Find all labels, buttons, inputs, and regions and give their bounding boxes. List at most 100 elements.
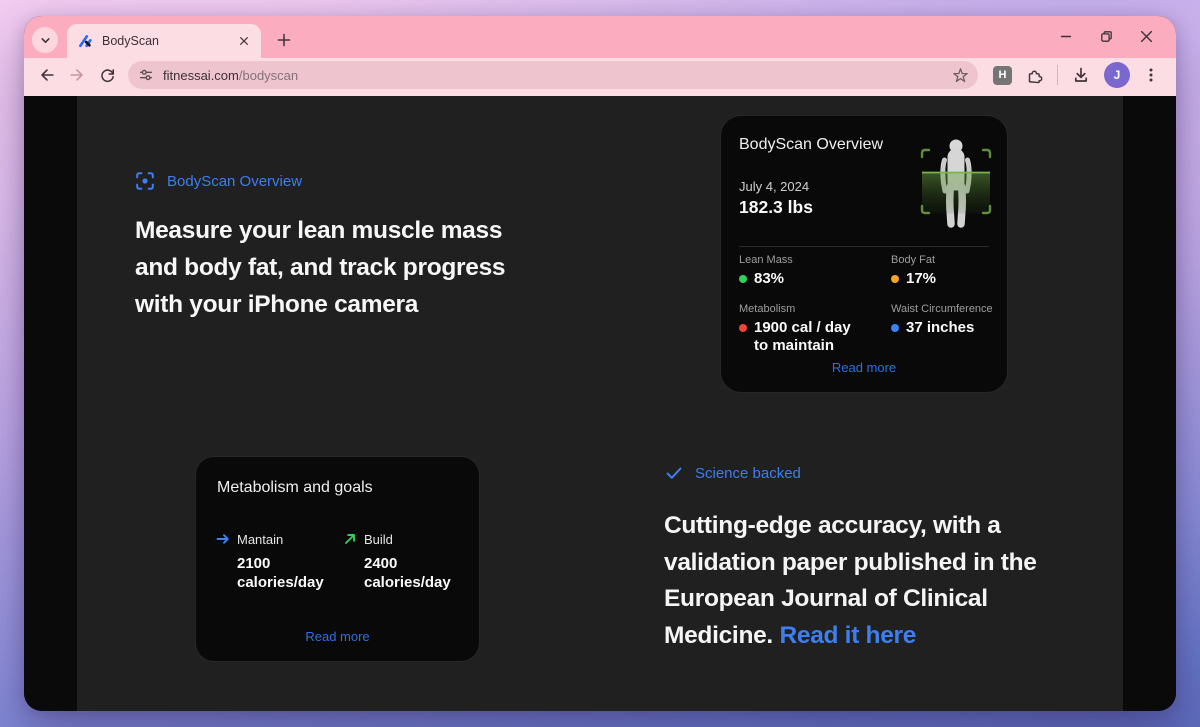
stat-body-fat: Body Fat 17% bbox=[891, 254, 997, 287]
bodyscan-favicon-icon bbox=[77, 33, 93, 49]
back-button[interactable] bbox=[32, 60, 62, 90]
chevron-down-icon bbox=[38, 33, 53, 48]
stat-value-row: 83% bbox=[739, 270, 891, 287]
stat-value: 17% bbox=[906, 270, 936, 287]
kebab-menu-icon bbox=[1144, 67, 1158, 83]
goal-value-unit: calories/day bbox=[364, 573, 451, 592]
new-tab-button[interactable] bbox=[271, 27, 297, 53]
science-line: European Journal of Clinical bbox=[664, 581, 1037, 618]
stat-label: Waist Circumference bbox=[891, 303, 997, 315]
restore-icon bbox=[1100, 30, 1113, 43]
back-arrow-icon bbox=[38, 66, 56, 84]
star-icon bbox=[952, 67, 969, 84]
url-text: fitnessai.com/bodyscan bbox=[163, 68, 952, 83]
goal-label: Build bbox=[364, 532, 393, 547]
green-dot-icon bbox=[739, 275, 747, 283]
tab-bodyscan[interactable]: BodyScan bbox=[67, 24, 261, 58]
tab-title: BodyScan bbox=[102, 34, 235, 48]
minimize-icon bbox=[1060, 30, 1072, 42]
goal-value-number: 2400 bbox=[364, 554, 451, 573]
hero-heading-line: with your iPhone camera bbox=[135, 286, 505, 323]
goal-maintain: Mantain 2100 calories/day bbox=[215, 531, 342, 592]
stat-lean-mass: Lean Mass 83% bbox=[739, 254, 891, 287]
hero-heading: Measure your lean muscle mass and body f… bbox=[135, 212, 505, 323]
stat-waist: Waist Circumference 37 inches bbox=[891, 303, 997, 355]
stats-grid: Lean Mass 83% Body Fat 17% bbox=[739, 254, 997, 355]
human-body-icon bbox=[916, 136, 996, 232]
metabolism-read-more-link[interactable]: Read more bbox=[196, 629, 479, 644]
forward-button[interactable] bbox=[62, 60, 92, 90]
url-path: /bodyscan bbox=[239, 68, 298, 83]
science-paragraph: Cutting-edge accuracy, with a validation… bbox=[664, 508, 1037, 654]
arrow-right-icon bbox=[215, 531, 231, 547]
goal-build: Build 2400 calories/day bbox=[342, 531, 451, 592]
hero-eyebrow: BodyScan Overview bbox=[134, 170, 302, 192]
extensions-button[interactable] bbox=[1019, 60, 1049, 90]
metabolism-card: Metabolism and goals Mantain 2100 calori… bbox=[196, 457, 479, 661]
scan-weight: 182.3 lbs bbox=[739, 197, 813, 218]
stat-value: 1900 cal / day bbox=[754, 319, 851, 336]
goal-value-number: 2100 bbox=[237, 554, 342, 573]
blue-dot-icon bbox=[891, 324, 899, 332]
card-divider bbox=[739, 246, 989, 247]
science-eyebrow: Science backed bbox=[664, 463, 801, 483]
science-eyebrow-label: Science backed bbox=[695, 465, 801, 482]
close-icon bbox=[239, 36, 249, 46]
stat-value-row: 1900 cal / day bbox=[739, 319, 891, 336]
stat-value: 37 inches bbox=[906, 319, 974, 336]
overview-card-title: BodyScan Overview bbox=[739, 136, 883, 154]
address-bar[interactable]: fitnessai.com/bodyscan bbox=[128, 61, 978, 89]
downloads-button[interactable] bbox=[1066, 60, 1096, 90]
red-dot-icon bbox=[739, 324, 747, 332]
arrow-up-right-icon bbox=[342, 531, 358, 547]
hero-heading-line: Measure your lean muscle mass bbox=[135, 212, 505, 249]
goal-value-unit: calories/day bbox=[237, 573, 342, 592]
close-icon bbox=[1140, 30, 1153, 43]
scan-target-icon bbox=[134, 170, 156, 192]
bookmark-star-button[interactable] bbox=[952, 67, 969, 84]
stat-value: 83% bbox=[754, 270, 784, 287]
stat-value-row: 37 inches bbox=[891, 319, 997, 336]
hero-heading-line: and body fat, and track progress bbox=[135, 249, 505, 286]
stat-label: Metabolism bbox=[739, 303, 891, 315]
close-window-button[interactable] bbox=[1132, 23, 1160, 49]
toolbar-divider bbox=[1057, 65, 1058, 85]
tab-search-button[interactable] bbox=[32, 27, 58, 53]
profile-avatar[interactable]: J bbox=[1104, 62, 1130, 88]
stat-value-line2: to maintain bbox=[754, 337, 891, 355]
science-line-end: Medicine. bbox=[664, 622, 773, 649]
science-line: Medicine. Read it here bbox=[664, 618, 1037, 655]
orange-dot-icon bbox=[891, 275, 899, 283]
goal-value: 2100 calories/day bbox=[237, 554, 342, 592]
bodyscan-section: BodyScan Overview Measure your lean musc… bbox=[77, 96, 1123, 711]
browser-toolbar: fitnessai.com/bodyscan H J bbox=[24, 58, 1176, 96]
goal-head: Mantain bbox=[215, 531, 342, 547]
stat-label: Body Fat bbox=[891, 254, 997, 266]
minimize-button[interactable] bbox=[1052, 23, 1080, 49]
reload-button[interactable] bbox=[92, 60, 122, 90]
metabolism-card-title: Metabolism and goals bbox=[217, 479, 373, 497]
hero-eyebrow-label: BodyScan Overview bbox=[167, 173, 302, 190]
overview-card: BodyScan Overview bbox=[721, 116, 1007, 392]
stat-value-row: 17% bbox=[891, 270, 997, 287]
extension-h-button[interactable]: H bbox=[993, 66, 1012, 85]
page-body: BodyScan Overview Measure your lean musc… bbox=[24, 96, 1176, 711]
url-domain: fitnessai.com bbox=[163, 68, 239, 83]
goal-value: 2400 calories/day bbox=[364, 554, 451, 592]
download-icon bbox=[1072, 66, 1090, 84]
stat-metabolism: Metabolism 1900 cal / day to maintain bbox=[739, 303, 891, 355]
overview-read-more-link[interactable]: Read more bbox=[721, 360, 1007, 375]
tab-close-button[interactable] bbox=[235, 32, 253, 50]
restore-button[interactable] bbox=[1092, 23, 1120, 49]
reload-icon bbox=[99, 67, 116, 84]
forward-arrow-icon bbox=[68, 66, 86, 84]
stat-label: Lean Mass bbox=[739, 254, 891, 266]
goals-row: Mantain 2100 calories/day Build bbox=[215, 531, 451, 592]
goal-label: Mantain bbox=[237, 532, 283, 547]
read-it-here-link[interactable]: Read it here bbox=[779, 622, 916, 649]
puzzle-icon bbox=[1025, 66, 1043, 84]
body-scan-figure bbox=[916, 136, 996, 232]
browser-menu-button[interactable] bbox=[1136, 60, 1166, 90]
site-settings-icon bbox=[138, 67, 154, 83]
desktop-background: BodyScan bbox=[0, 0, 1200, 727]
